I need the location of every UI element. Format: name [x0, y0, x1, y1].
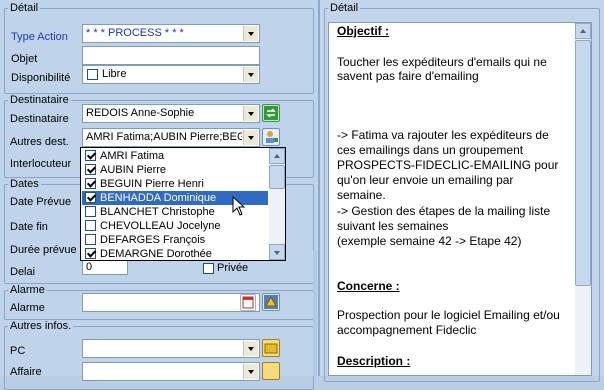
folder-icon[interactable] [262, 362, 280, 380]
list-item-label: BLANCHET Christophe [100, 206, 215, 218]
privee-label: Privée [217, 262, 249, 274]
list-item[interactable]: AMRI Fatima [82, 149, 268, 163]
list-item[interactable]: BEGUIN Pierre Henri [82, 177, 268, 191]
chevron-down-icon[interactable] [243, 67, 258, 82]
date-prevue-label: Date Prévue [10, 196, 72, 208]
folder-icon[interactable] [262, 339, 280, 357]
action-line: suivant les semaines [337, 219, 449, 233]
chevron-down-icon[interactable] [243, 130, 258, 145]
action-line: (exemple semaine 42 -> Etape 42) [337, 234, 522, 248]
duree-prevue-label: Durée prévue [10, 244, 77, 256]
list-item-label: CHEVOLLEAU Jocelyne [100, 220, 221, 232]
list-item-label: DEFARGES François [100, 234, 206, 246]
list-item[interactable]: AUBIN Pierre [82, 163, 268, 177]
dates-legend: Dates [10, 178, 39, 190]
right-detail-legend: Détail [330, 2, 359, 14]
chevron-down-icon[interactable] [243, 364, 258, 379]
action-line: qu'on leur envoie un emailing par [337, 173, 514, 187]
add-contact-icon[interactable] [262, 128, 280, 146]
autres-dest-label: Autres dest. [10, 136, 69, 148]
objet-input[interactable] [82, 46, 260, 65]
disponibilite-select[interactable]: Libre [82, 65, 260, 84]
pc-label: PC [10, 345, 26, 357]
pc-select[interactable] [82, 339, 260, 358]
delai-label: Delai [10, 266, 36, 278]
recipients-dropdown-list[interactable]: AMRI Fatima AUBIN Pierre BEGUIN Pierre H… [80, 147, 286, 261]
alarm-warning-icon[interactable] [262, 293, 280, 311]
checkbox-unchecked-icon[interactable] [85, 206, 96, 217]
action-line: semaine. [337, 188, 386, 202]
interlocuteur-label: Interlocuteur [10, 158, 72, 170]
left-scrollbar[interactable] [313, 250, 317, 376]
checkbox-checked-icon[interactable] [85, 164, 96, 175]
action-line: -> Gestion des étapes de la mailing list… [337, 204, 551, 218]
detail-legend: Détail [10, 2, 39, 14]
autres-infos-legend: Autres infos. [10, 320, 72, 332]
action-line: ces emailings dans un groupement [337, 143, 524, 157]
alarme-label: Alarme [10, 302, 45, 314]
list-item[interactable]: DEFARGES François [82, 233, 268, 247]
panel-splitter[interactable] [318, 0, 320, 376]
list-item-label: BENHADDA Dominique [100, 192, 217, 204]
description-heading: Description : [337, 354, 411, 368]
destinataire-select[interactable]: REDOIS Anne-Sophie [82, 104, 260, 123]
delai-input[interactable]: 0 [82, 260, 128, 275]
checkbox-unchecked-icon[interactable] [85, 234, 96, 245]
concerne-heading: Concerne : [337, 279, 400, 293]
scroll-thumb[interactable] [269, 165, 285, 189]
checkbox-unchecked-icon[interactable] [85, 220, 96, 231]
type-action-label: Type Action [11, 31, 68, 43]
mouse-cursor-icon [232, 196, 246, 216]
action-line: PROSPECTS-FIDECLIC-EMAILING pour [337, 158, 559, 172]
destinataire-legend: Destinataire [10, 94, 69, 106]
list-item-label: DEMARGNE Dorothée [100, 248, 212, 260]
concerne-line: accompagnement Fideclic [337, 323, 477, 337]
list-item-label: AUBIN Pierre [100, 164, 167, 176]
chevron-down-icon[interactable] [243, 106, 258, 121]
scroll-up-icon[interactable] [269, 148, 285, 164]
swap-icon[interactable] [262, 104, 280, 122]
objectif-line: savent pas faire d'emailing [337, 69, 479, 83]
chevron-down-icon[interactable] [243, 341, 258, 356]
privee-checkbox[interactable] [203, 263, 214, 274]
checkbox-checked-icon[interactable] [85, 150, 96, 161]
objectif-line: Toucher les expéditeurs d'emails qui ne [337, 55, 547, 69]
autres-dest-value: AMRI Fatima;AUBIN Pierre;BEGUI [86, 131, 242, 143]
type-action-value: * * * PROCESS * * * [86, 27, 184, 39]
chevron-down-icon[interactable] [243, 26, 258, 41]
list-item[interactable]: DEMARGNE Dorothée [82, 247, 268, 261]
destinataire-label: Destinataire [10, 113, 69, 125]
disponibilite-value: Libre [102, 68, 127, 80]
editor-scrollbar[interactable] [575, 23, 591, 375]
delai-value: 0 [86, 261, 93, 273]
disponibilite-label: Disponibilité [11, 72, 71, 84]
objectif-heading: Objectif : [337, 24, 390, 38]
list-scrollbar[interactable] [269, 148, 285, 260]
checkbox-checked-icon[interactable] [85, 248, 96, 259]
autres-dest-select[interactable]: AMRI Fatima;AUBIN Pierre;BEGUI [82, 128, 260, 147]
list-item-label: AMRI Fatima [100, 150, 165, 162]
type-action-select[interactable]: * * * PROCESS * * * [82, 24, 260, 43]
alarme-legend: Alarme [10, 284, 45, 296]
list-item-label: BEGUIN Pierre Henri [100, 178, 204, 190]
scroll-thumb[interactable] [575, 40, 591, 286]
action-line: -> Fatima va rajouter les expéditeurs de [337, 128, 549, 142]
list-item[interactable]: CHEVOLLEAU Jocelyne [82, 219, 268, 233]
objet-label: Objet [11, 53, 38, 65]
destinataire-value: REDOIS Anne-Sophie [86, 107, 195, 119]
checkbox-checked-icon[interactable] [85, 192, 96, 203]
calendar-icon[interactable] [240, 294, 256, 311]
checkbox-checked-icon[interactable] [85, 178, 96, 189]
date-fin-label: Date fin [10, 221, 48, 233]
disponibilite-checkbox-icon [87, 69, 98, 80]
affaire-label: Affaire [10, 366, 42, 378]
scroll-down-icon[interactable] [269, 244, 285, 260]
affaire-select[interactable] [82, 362, 260, 381]
scroll-up-icon[interactable] [575, 23, 591, 39]
alarme-input[interactable] [82, 293, 260, 312]
concerne-line: Prospection pour le logiciel Emailing et… [337, 308, 560, 322]
